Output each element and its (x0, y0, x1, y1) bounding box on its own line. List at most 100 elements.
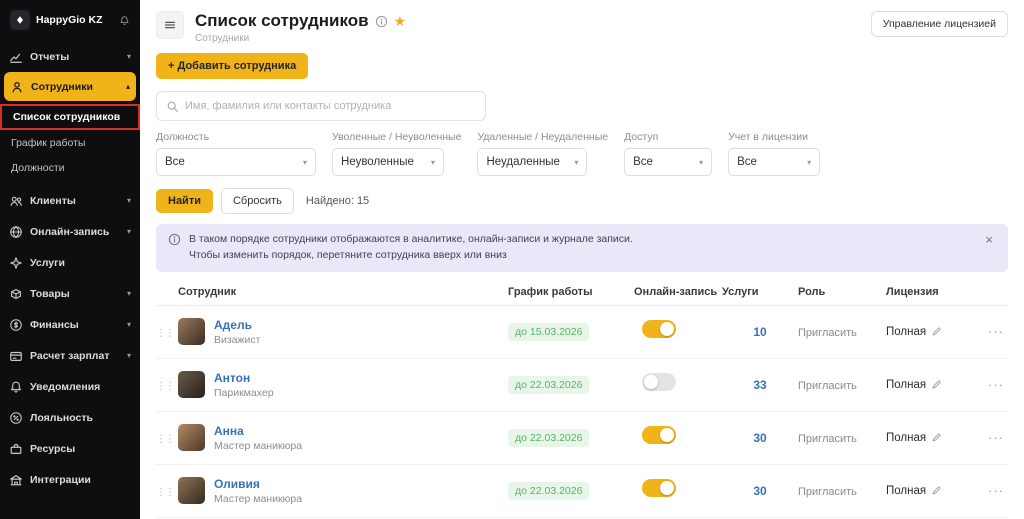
employee-name-link[interactable]: Адель (214, 318, 260, 332)
employee-position: Парикмахер (214, 386, 274, 399)
sidebar-item-reports[interactable]: Отчеты ▾ (0, 41, 140, 72)
services-count-link[interactable]: 30 (753, 484, 766, 498)
breadcrumb: Сотрудники (195, 33, 250, 44)
table-row: ⋮⋮ Анна Мастер маникюра до 22.03.2026 30… (156, 412, 1008, 465)
schedule-badge[interactable]: до 15.03.2026 (508, 323, 590, 341)
select-value: Все (165, 156, 185, 168)
sidebar-item-employees[interactable]: Сотрудники ▴ (4, 72, 136, 101)
reset-button[interactable]: Сбросить (220, 188, 294, 214)
column-header-license: Лицензия (886, 286, 939, 298)
sidebar: HappyGio KZ Отчеты ▾ Сотрудники ▴ Список… (0, 0, 140, 519)
sidebar-subitem-work-schedule[interactable]: График работы (0, 130, 140, 155)
column-header-employee: Сотрудник (178, 286, 237, 298)
avatar (178, 424, 205, 451)
sidebar-item-goods[interactable]: Товары ▾ (0, 278, 140, 309)
sidebar-bell-icon[interactable] (119, 15, 130, 26)
sidebar-item-online-booking[interactable]: Онлайн-запись ▾ (0, 216, 140, 247)
edit-license-icon[interactable] (931, 485, 942, 496)
page-header: Список сотрудников ★ Сотрудники Управлен… (140, 0, 1024, 44)
page-content: + Добавить сотрудника Должность Все ▾ Ув… (140, 44, 1024, 519)
sidebar-item-finances[interactable]: Финансы ▾ (0, 309, 140, 340)
license-value: Полная (886, 378, 927, 391)
sidebar-item-salary[interactable]: Расчет зарплат ▾ (0, 340, 140, 371)
sidebar-item-resources[interactable]: Ресурсы (0, 433, 140, 464)
position-select[interactable]: Все ▾ (156, 148, 316, 176)
sidebar-item-label: Клиенты (30, 194, 76, 207)
sidebar-subitem-positions[interactable]: Должности (0, 155, 140, 180)
integrations-icon (9, 473, 23, 487)
sidebar-item-label: Ресурсы (30, 442, 76, 455)
page-title: Список сотрудников (195, 11, 369, 30)
banner-line-1: В таком порядке сотрудники отображаются … (189, 233, 633, 245)
filter-fired: Уволенные / Неуволенные Неуволенные ▾ (332, 131, 461, 176)
search-icon (166, 100, 179, 113)
edit-license-icon[interactable] (931, 379, 942, 390)
sidebar-item-notifications[interactable]: Уведомления (0, 371, 140, 402)
sidebar-item-label: Лояльность (30, 411, 93, 424)
services-count-link[interactable]: 33 (753, 378, 766, 392)
info-banner: В таком порядке сотрудники отображаются … (156, 224, 1008, 272)
info-icon[interactable] (375, 15, 388, 28)
access-select[interactable]: Все ▾ (624, 148, 713, 176)
favorite-star-icon[interactable]: ★ (394, 13, 407, 30)
sidebar-item-label: Финансы (30, 318, 79, 331)
schedule-badge[interactable]: до 22.03.2026 (508, 429, 590, 447)
chevron-down-icon: ▾ (126, 350, 131, 360)
add-employee-button[interactable]: + Добавить сотрудника (156, 53, 309, 79)
invite-link[interactable]: Пригласить (798, 380, 857, 392)
chevron-down-icon: ▾ (807, 157, 812, 167)
license-select[interactable]: Все ▾ (728, 148, 821, 176)
online-booking-toggle[interactable] (642, 426, 676, 444)
license-management-button[interactable]: Управление лицензией (870, 11, 1008, 37)
filter-deleted: Удаленные / Неудаленные Неудаленные ▾ (477, 131, 608, 176)
row-actions-button[interactable]: ··· (978, 324, 1008, 339)
drag-handle-icon[interactable]: ⋮⋮ (156, 434, 175, 445)
search-input[interactable] (185, 100, 476, 112)
services-count-link[interactable]: 10 (753, 325, 766, 339)
chevron-down-icon: ▾ (302, 157, 307, 167)
select-value: Неуволенные (341, 156, 414, 168)
employee-name-link[interactable]: Антон (214, 371, 274, 385)
banner-line-2: Чтобы изменить порядок, перетяните сотру… (189, 248, 507, 261)
online-booking-toggle[interactable] (642, 479, 676, 497)
invite-link[interactable]: Пригласить (798, 327, 857, 339)
menu-toggle-button[interactable] (156, 11, 184, 39)
online-booking-toggle[interactable] (642, 320, 676, 338)
row-actions-button[interactable]: ··· (978, 377, 1008, 392)
drag-handle-icon[interactable]: ⋮⋮ (156, 487, 175, 498)
employee-position: Мастер маникюра (214, 492, 303, 505)
sidebar-item-integrations[interactable]: Интеграции (0, 464, 140, 495)
logo-icon (10, 10, 30, 30)
fired-select[interactable]: Неуволенные ▾ (332, 148, 444, 176)
online-booking-toggle[interactable] (642, 373, 676, 391)
table-row: ⋮⋮ Антон Парикмахер до 22.03.2026 33 При… (156, 359, 1008, 412)
drag-handle-icon[interactable]: ⋮⋮ (156, 328, 175, 339)
employee-name-link[interactable]: Оливия (214, 477, 302, 491)
results-count: Найдено: 15 (305, 195, 370, 207)
row-actions-button[interactable]: ··· (978, 430, 1008, 445)
chevron-down-icon: ▾ (126, 288, 131, 298)
edit-license-icon[interactable] (931, 432, 942, 443)
sidebar-item-clients[interactable]: Клиенты ▾ (0, 185, 140, 216)
employees-table: Сотрудник График работы Онлайн-запись Ус… (156, 280, 1008, 518)
services-icon (9, 256, 23, 270)
sidebar-item-loyalty[interactable]: Лояльность (0, 402, 140, 433)
drag-handle-icon[interactable]: ⋮⋮ (156, 381, 175, 392)
invite-link[interactable]: Пригласить (798, 433, 857, 445)
sidebar-item-label: Товары (30, 287, 70, 300)
services-count-link[interactable]: 30 (753, 431, 766, 445)
notifications-icon (9, 380, 23, 394)
sidebar-item-label: Расчет зарплат (30, 349, 110, 362)
invite-link[interactable]: Пригласить (798, 486, 857, 498)
sidebar-item-services[interactable]: Услуги (0, 247, 140, 278)
find-button[interactable]: Найти (156, 189, 213, 213)
deleted-select[interactable]: Неудаленные ▾ (477, 148, 588, 176)
row-actions-button[interactable]: ··· (978, 483, 1008, 498)
close-icon[interactable]: × (982, 232, 996, 247)
sidebar-subitem-employee-list[interactable]: Список сотрудников (0, 104, 140, 130)
schedule-badge[interactable]: до 22.03.2026 (508, 482, 590, 500)
employee-name-link[interactable]: Анна (214, 424, 302, 438)
schedule-badge[interactable]: до 22.03.2026 (508, 376, 590, 394)
edit-license-icon[interactable] (931, 326, 942, 337)
chevron-down-icon: ▾ (126, 51, 131, 61)
